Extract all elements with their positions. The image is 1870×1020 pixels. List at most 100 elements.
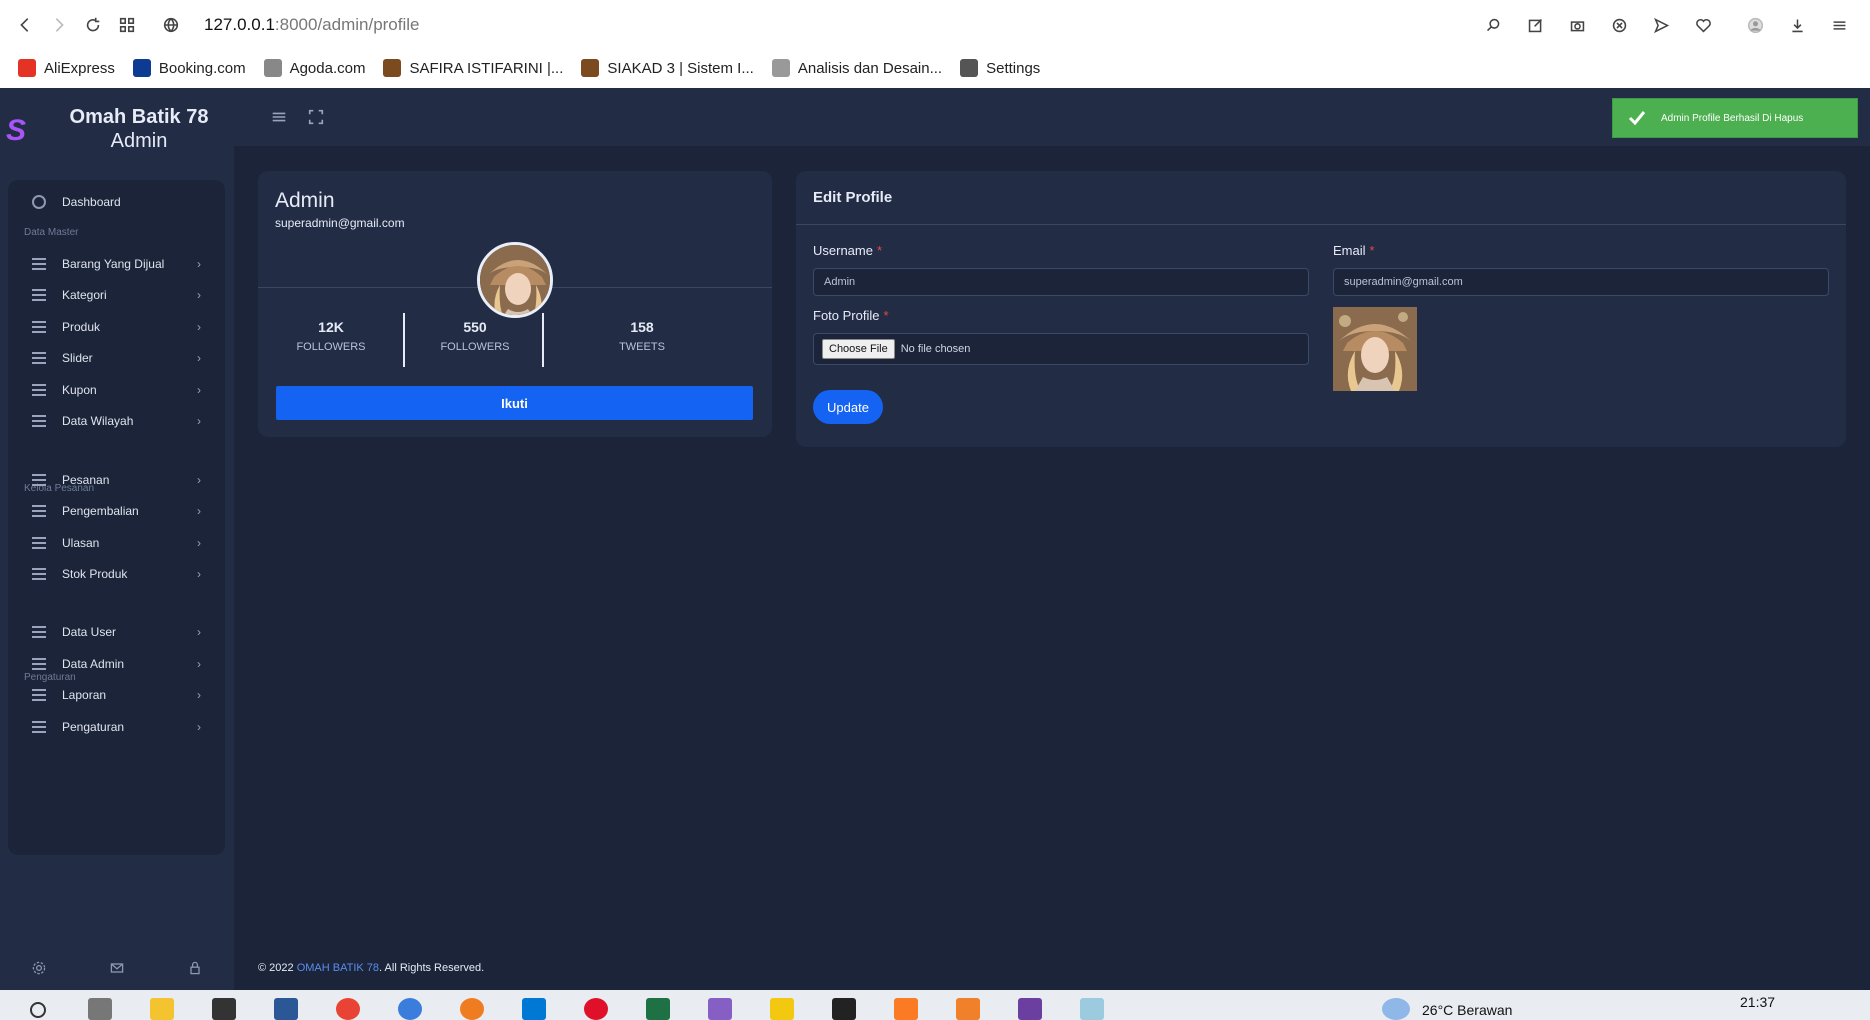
chevron-right-icon: › — [197, 383, 201, 397]
visual-studio-icon[interactable] — [708, 998, 732, 1020]
chrome-icon[interactable] — [336, 998, 360, 1020]
file-status: No file chosen — [900, 343, 971, 355]
bookmark-item[interactable]: Booking.com — [132, 59, 246, 77]
url-path: :8000/admin/profile — [274, 15, 420, 34]
sidebar-item-label: Pengembalian — [62, 504, 139, 518]
sidebar-item-produk[interactable]: Produk › — [8, 312, 225, 342]
bookmarks-bar: AliExpress Booking.com Agoda.com SAFIRA IST… — [0, 50, 1870, 86]
sidebar-item-data-user[interactable]: Data User › — [8, 617, 225, 647]
update-button[interactable]: Update — [813, 390, 883, 424]
sidebar-item-label: Data Wilayah — [62, 414, 134, 428]
download-icon[interactable] — [1780, 8, 1814, 42]
task-view-icon[interactable] — [88, 998, 112, 1020]
stat-number: 12K — [318, 319, 344, 335]
sidebar-item-pesanan[interactable]: Pesanan › — [8, 465, 225, 495]
send-icon[interactable] — [1644, 8, 1678, 42]
app-icon[interactable] — [1018, 998, 1042, 1020]
terminal-icon[interactable] — [832, 998, 856, 1020]
edge-icon[interactable] — [398, 998, 422, 1020]
store-icon[interactable] — [212, 998, 236, 1020]
chevron-right-icon: › — [197, 473, 201, 487]
bookmark-item[interactable]: Analisis dan Desain... — [771, 59, 943, 77]
tabs-grid-icon[interactable] — [110, 8, 144, 42]
sidebar-item-data-admin[interactable]: Data Admin › — [8, 649, 225, 679]
search-icon[interactable] — [1476, 8, 1510, 42]
stat-followers: 550 FOLLOWERS — [405, 319, 545, 353]
chevron-right-icon: › — [197, 288, 201, 302]
mail-icon[interactable] — [109, 960, 125, 981]
sidebar-item-slider[interactable]: Slider › — [8, 343, 225, 373]
app-icon[interactable] — [770, 998, 794, 1020]
xampp-icon[interactable] — [894, 998, 918, 1020]
chevron-right-icon: › — [197, 320, 201, 334]
site-info-icon[interactable] — [154, 8, 188, 42]
hamburger-icon[interactable] — [270, 108, 288, 126]
sidebar-item-kategori[interactable]: Kategori › — [8, 280, 225, 310]
browser-chrome: 127.0.0.1:8000/admin/profile AliExpress B… — [0, 0, 1870, 88]
bookmark-item[interactable]: SIAKAD 3 | Sistem I... — [581, 59, 754, 77]
weather-text[interactable]: 26°C Berawan — [1422, 1002, 1512, 1018]
sidebar-item-dashboard[interactable]: Dashboard — [8, 187, 225, 217]
edit-profile-card: Edit Profile Username* Email* Foto Profi… — [796, 171, 1846, 447]
sidebar-item-data-wilayah[interactable]: Data Wilayah › — [8, 406, 225, 436]
photo-file-input[interactable]: Choose File No file chosen — [813, 333, 1309, 365]
footer-brand-link[interactable]: OMAH BATIK 78 — [297, 962, 379, 974]
stat-label: TWEETS — [619, 341, 665, 353]
vscode-icon[interactable] — [522, 998, 546, 1020]
bookmark-label: Analisis dan Desain... — [797, 59, 943, 77]
sidebar-item-pengaturan[interactable]: Pengaturan › — [8, 712, 225, 742]
bookmark-item[interactable]: Agoda.com — [263, 59, 365, 77]
avatar — [477, 242, 553, 318]
address-row: 127.0.0.1:8000/admin/profile — [0, 0, 1870, 50]
bookmark-item[interactable]: Settings — [960, 59, 1040, 77]
app-icon[interactable] — [956, 998, 980, 1020]
toast-message: Admin Profile Berhasil Di Hapus — [1661, 112, 1804, 124]
required-mark: * — [883, 308, 889, 323]
list-icon — [32, 658, 46, 670]
heart-icon[interactable] — [1686, 8, 1720, 42]
chevron-right-icon: › — [197, 720, 201, 734]
user-avatar-icon[interactable] — [1738, 8, 1772, 42]
back-icon[interactable] — [8, 8, 42, 42]
sidebar-item-ulasan[interactable]: Ulasan › — [8, 528, 225, 558]
app-icon[interactable] — [1080, 998, 1104, 1020]
bookmark-item[interactable]: AliExpress — [18, 59, 115, 77]
username-input[interactable] — [813, 268, 1309, 296]
sidebar-item-laporan[interactable]: Laporan › — [8, 680, 225, 710]
email-label-text: Email — [1333, 243, 1366, 258]
file-explorer-icon[interactable] — [150, 998, 174, 1020]
url-host: 127.0.0.1 — [204, 15, 275, 34]
choose-file-button[interactable]: Choose File — [822, 339, 895, 359]
close-circle-icon[interactable] — [1602, 8, 1636, 42]
word-icon[interactable] — [274, 998, 298, 1020]
brand-title[interactable]: Omah Batik 78 — [54, 106, 224, 129]
email-input[interactable] — [1333, 268, 1829, 296]
bookmark-item[interactable]: SAFIRA ISTIFARINI |... — [383, 59, 563, 77]
follow-button[interactable]: Ikuti — [276, 386, 753, 420]
menu-sliders-icon[interactable] — [1822, 8, 1856, 42]
opera-icon[interactable] — [584, 998, 608, 1020]
edit-icon[interactable] — [1518, 8, 1552, 42]
sidebar-item-stok-produk[interactable]: Stok Produk › — [8, 559, 225, 589]
lock-icon[interactable] — [187, 960, 203, 981]
stat-label: FOLLOWERS — [296, 341, 366, 353]
reload-icon[interactable] — [76, 8, 110, 42]
url-bar[interactable]: 127.0.0.1:8000/admin/profile — [204, 15, 420, 35]
forward-icon[interactable] — [42, 8, 76, 42]
success-toast[interactable]: Admin Profile Berhasil Di Hapus — [1612, 98, 1858, 138]
fullscreen-icon[interactable] — [307, 108, 325, 126]
camera-icon[interactable] — [1560, 8, 1594, 42]
clock-time[interactable]: 21:37 — [1740, 994, 1775, 1010]
settings-gear-icon[interactable] — [31, 960, 47, 981]
windows-search-icon[interactable] — [30, 1002, 46, 1018]
stat-tweets: 158 TWEETS — [572, 319, 712, 353]
excel-icon[interactable] — [646, 998, 670, 1020]
sidebar-item-barang-yang-dijual[interactable]: Barang Yang Dijual › — [8, 249, 225, 279]
brand-logo[interactable]: S — [6, 114, 26, 148]
bookmark-label: Booking.com — [158, 59, 246, 77]
app-icon[interactable] — [460, 998, 484, 1020]
sidebar-item-pengembalian[interactable]: Pengembalian › — [8, 496, 225, 526]
brand-subtitle: Admin — [110, 130, 168, 152]
stat-number: 158 — [630, 319, 654, 335]
sidebar-item-kupon[interactable]: Kupon › — [8, 375, 225, 405]
